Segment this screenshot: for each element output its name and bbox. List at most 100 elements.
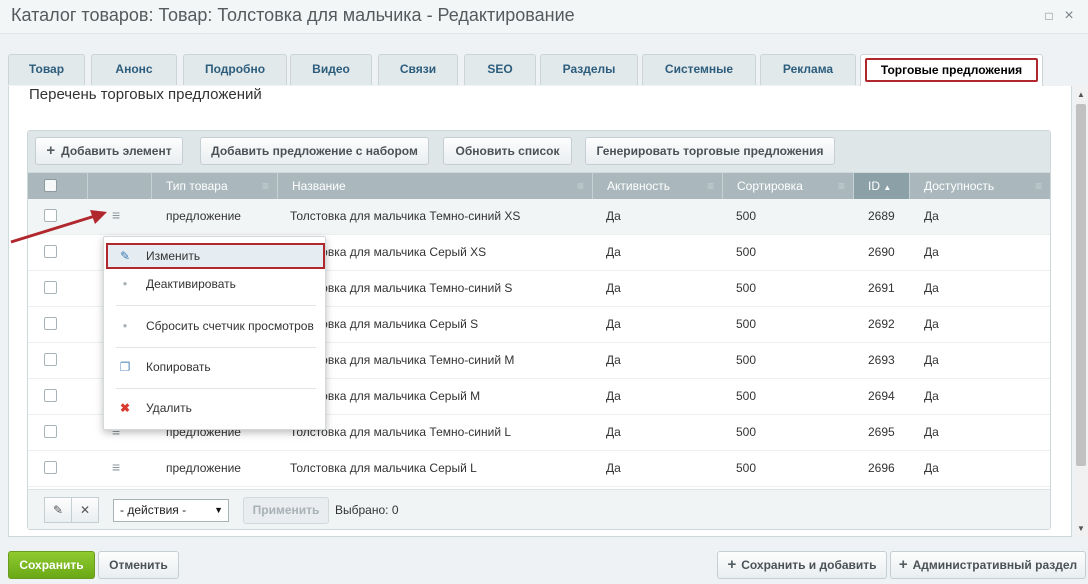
cell-availability: Да xyxy=(924,245,939,259)
header-label: ID xyxy=(868,179,880,193)
button-label: Сохранить и добавить xyxy=(741,558,877,572)
tab-system[interactable]: Системные xyxy=(642,54,756,85)
selected-count: Выбрано: 0 xyxy=(335,503,399,517)
apply-button[interactable]: Применить xyxy=(243,497,329,524)
grid-toolbar: + Добавить элемент Добавить предложение с… xyxy=(28,131,1050,173)
button-label: Генерировать торговые предложения xyxy=(596,144,824,158)
tab-trade-offers[interactable]: Торговые предложения xyxy=(860,54,1043,87)
scroll-up-icon[interactable]: ▲ xyxy=(1077,90,1085,99)
row-checkbox[interactable] xyxy=(44,317,57,330)
actions-select[interactable]: - действия - ▼ xyxy=(113,499,229,522)
edit-icon: ✎ xyxy=(119,249,131,263)
cell-name[interactable]: Толстовка для мальчика Серый L xyxy=(290,461,477,475)
tab-label: Связи xyxy=(399,62,437,76)
cell-availability: Да xyxy=(924,353,939,367)
table-row[interactable]: ≡ предложение Толстовка для мальчика Серый… xyxy=(28,451,1050,487)
row-checkbox[interactable] xyxy=(44,353,57,366)
menu-label: Удалить xyxy=(146,401,192,415)
row-checkbox[interactable] xyxy=(44,245,57,258)
cell-name[interactable]: Толстовка для мальчика Темно-синий XS xyxy=(290,209,520,223)
cell-active: Да xyxy=(606,209,621,223)
tab-label: Разделы xyxy=(562,62,616,76)
button-label: Добавить элемент xyxy=(61,144,172,158)
cell-id: 2692 xyxy=(868,317,895,331)
row-checkbox[interactable] xyxy=(44,389,57,402)
button-label: Добавить предложение с набором xyxy=(211,144,418,158)
delete-selected-button[interactable]: ✕ xyxy=(71,497,99,523)
cell-sort: 500 xyxy=(736,281,757,295)
row-checkbox[interactable] xyxy=(44,425,57,438)
refresh-list-button[interactable]: Обновить список xyxy=(443,137,572,165)
header-id[interactable]: ID ▲ xyxy=(854,173,910,199)
cell-active: Да xyxy=(606,281,621,295)
tab-label: Системные xyxy=(664,62,734,76)
menu-label: Копировать xyxy=(146,360,211,374)
header-type[interactable]: Тип товара ≡ xyxy=(152,173,278,199)
menu-divider xyxy=(116,388,316,389)
header-name[interactable]: Название ≡ xyxy=(278,173,593,199)
cell-id: 2696 xyxy=(868,461,895,475)
row-checkbox[interactable] xyxy=(44,461,57,474)
cell-sort: 500 xyxy=(736,209,757,223)
row-menu-icon[interactable]: ≡ xyxy=(112,207,120,223)
cell-id: 2693 xyxy=(868,353,895,367)
header-actions-cell xyxy=(88,173,152,199)
scroll-thumb[interactable] xyxy=(1076,104,1086,466)
page-scrollbar[interactable]: ▲ ▼ xyxy=(1074,86,1088,537)
tab-links[interactable]: Связи xyxy=(378,54,458,85)
tab-video[interactable]: Видео xyxy=(290,54,372,85)
cell-id: 2695 xyxy=(868,425,895,439)
add-offer-set-button[interactable]: Добавить предложение с набором xyxy=(200,137,429,165)
window-titlebar: Каталог товаров: Товар: Толстовка для ма… xyxy=(0,0,1088,34)
menu-item-reset-counter[interactable]: ● Сбросить счетчик просмотров xyxy=(104,312,327,340)
cell-active: Да xyxy=(606,389,621,403)
header-sort[interactable]: Сортировка ≡ xyxy=(723,173,854,199)
select-all-checkbox[interactable] xyxy=(44,179,57,192)
cell-active: Да xyxy=(606,317,621,331)
row-checkbox[interactable] xyxy=(44,209,57,222)
cell-sort: 500 xyxy=(736,425,757,439)
cancel-button[interactable]: Отменить xyxy=(98,551,179,579)
tab-label: Видео xyxy=(312,62,350,76)
tab-ads[interactable]: Реклама xyxy=(760,54,856,85)
tab-announce[interactable]: Анонс xyxy=(91,54,177,85)
header-availability[interactable]: Доступность ≡ xyxy=(910,173,1050,199)
cell-id: 2690 xyxy=(868,245,895,259)
menu-label: Деактивировать xyxy=(146,277,236,291)
menu-label: Сбросить счетчик просмотров xyxy=(146,319,314,333)
menu-item-copy[interactable]: ❐ Копировать xyxy=(104,353,327,381)
menu-item-edit[interactable]: ✎ Изменить xyxy=(106,243,325,269)
grip-icon: ≡ xyxy=(261,179,269,193)
save-button[interactable]: Сохранить xyxy=(8,551,95,579)
save-and-add-button[interactable]: + Сохранить и добавить xyxy=(717,551,887,579)
generate-offers-button[interactable]: Генерировать торговые предложения xyxy=(585,137,835,165)
row-menu-icon[interactable]: ≡ xyxy=(112,459,120,475)
tab-sections[interactable]: Разделы xyxy=(540,54,638,85)
header-active[interactable]: Активность ≡ xyxy=(593,173,723,199)
menu-item-deactivate[interactable]: ● Деактивировать xyxy=(104,270,327,298)
cell-availability: Да xyxy=(924,281,939,295)
row-context-menu: ✎ Изменить ● Деактивировать ● Сбросить счет… xyxy=(103,236,326,430)
row-checkbox[interactable] xyxy=(44,281,57,294)
tab-seo[interactable]: SEO xyxy=(464,54,536,85)
close-icon[interactable]: × xyxy=(1063,8,1075,24)
menu-item-delete[interactable]: ✖ Удалить xyxy=(104,394,327,422)
cell-availability: Да xyxy=(924,389,939,403)
add-element-button[interactable]: + Добавить элемент xyxy=(35,137,183,165)
scroll-down-icon[interactable]: ▼ xyxy=(1077,524,1085,533)
tab-details[interactable]: Подробно xyxy=(183,54,287,85)
maximize-icon[interactable]: □ xyxy=(1043,10,1055,22)
tab-product[interactable]: Товар xyxy=(8,54,85,85)
button-label: Административный раздел xyxy=(912,558,1078,572)
tab-label: Реклама xyxy=(782,62,834,76)
copy-icon: ❐ xyxy=(119,360,131,374)
grip-icon: ≡ xyxy=(837,179,845,193)
admin-section-button[interactable]: + Административный раздел xyxy=(890,551,1086,579)
cell-sort: 500 xyxy=(736,353,757,367)
header-checkbox-cell xyxy=(28,173,88,199)
table-row[interactable]: ≡ предложение Толстовка для мальчика Темно… xyxy=(28,199,1050,235)
window-title: Каталог товаров: Товар: Толстовка для ма… xyxy=(11,5,575,25)
tab-label: Анонс xyxy=(115,62,153,76)
pencil-icon: ✎ xyxy=(52,503,64,517)
edit-selected-button[interactable]: ✎ xyxy=(44,497,72,523)
